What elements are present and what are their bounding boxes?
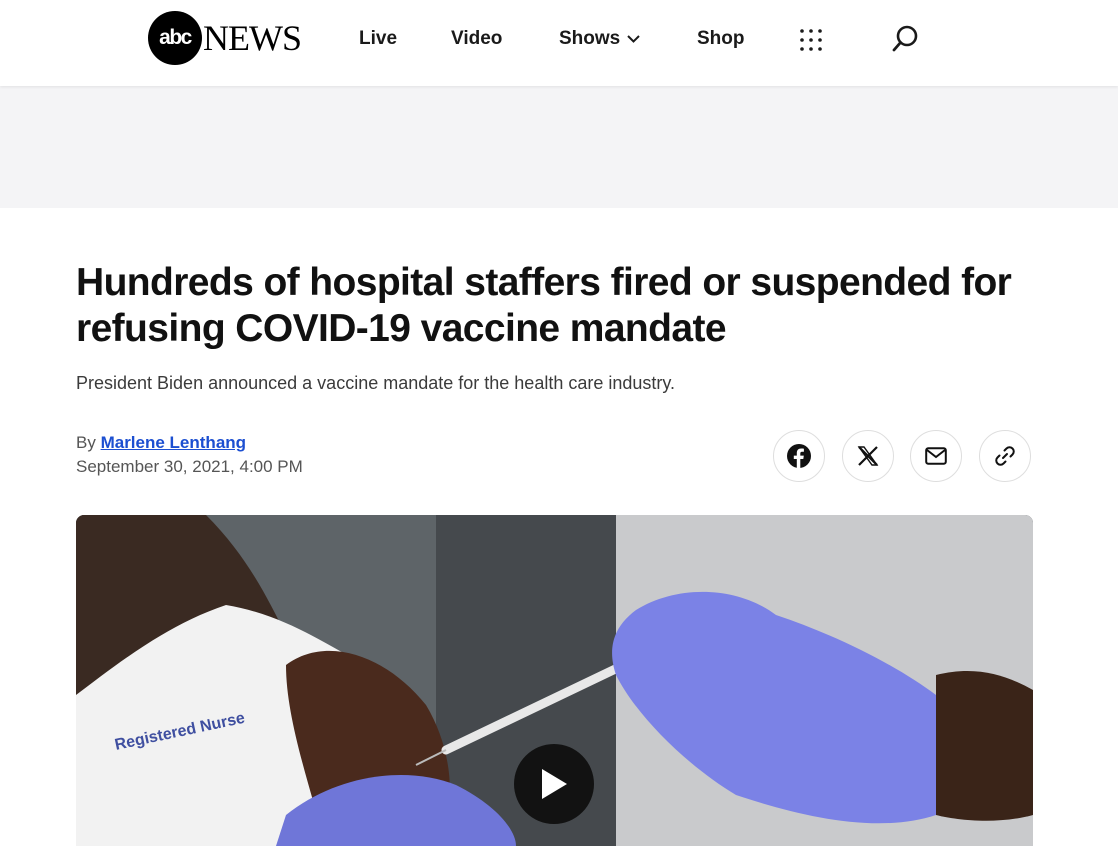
nav-video[interactable]: Video [451, 28, 502, 50]
abc-news-logo[interactable]: abc NEWS [148, 11, 302, 65]
play-button[interactable] [514, 744, 594, 824]
share-facebook-button[interactable] [773, 430, 825, 482]
share-email-button[interactable] [910, 430, 962, 482]
apps-grid-icon[interactable] [799, 28, 823, 52]
chevron-down-icon [627, 35, 640, 43]
nav-shows[interactable]: Shows [559, 28, 640, 50]
facebook-icon [787, 444, 811, 468]
logo-mark: abc [148, 11, 202, 65]
mail-icon [925, 447, 947, 465]
nav-shows-label: Shows [559, 28, 621, 49]
site-header: abc NEWS Live Video Shows Shop [0, 0, 1118, 86]
nav-shop[interactable]: Shop [697, 28, 745, 50]
play-icon [542, 769, 567, 799]
byline-prefix: By [76, 433, 96, 452]
byline: By Marlene Lenthang [76, 433, 246, 453]
publish-date: September 30, 2021, 4:00 PM [76, 457, 303, 476]
author-link[interactable]: Marlene Lenthang [101, 433, 246, 452]
article-headline: Hundreds of hospital staffers fired or s… [76, 261, 1012, 350]
copy-link-button[interactable] [979, 430, 1031, 482]
search-icon[interactable] [891, 25, 919, 53]
logo-word: NEWS [203, 18, 302, 58]
ad-placeholder [0, 86, 1118, 208]
share-x-button[interactable] [842, 430, 894, 482]
x-icon [857, 446, 879, 466]
link-icon [995, 446, 1015, 466]
nav-live[interactable]: Live [359, 28, 397, 50]
hero-video[interactable]: Registered Nurse [76, 515, 1033, 846]
article-dek: President Biden announced a vaccine mand… [76, 373, 676, 393]
